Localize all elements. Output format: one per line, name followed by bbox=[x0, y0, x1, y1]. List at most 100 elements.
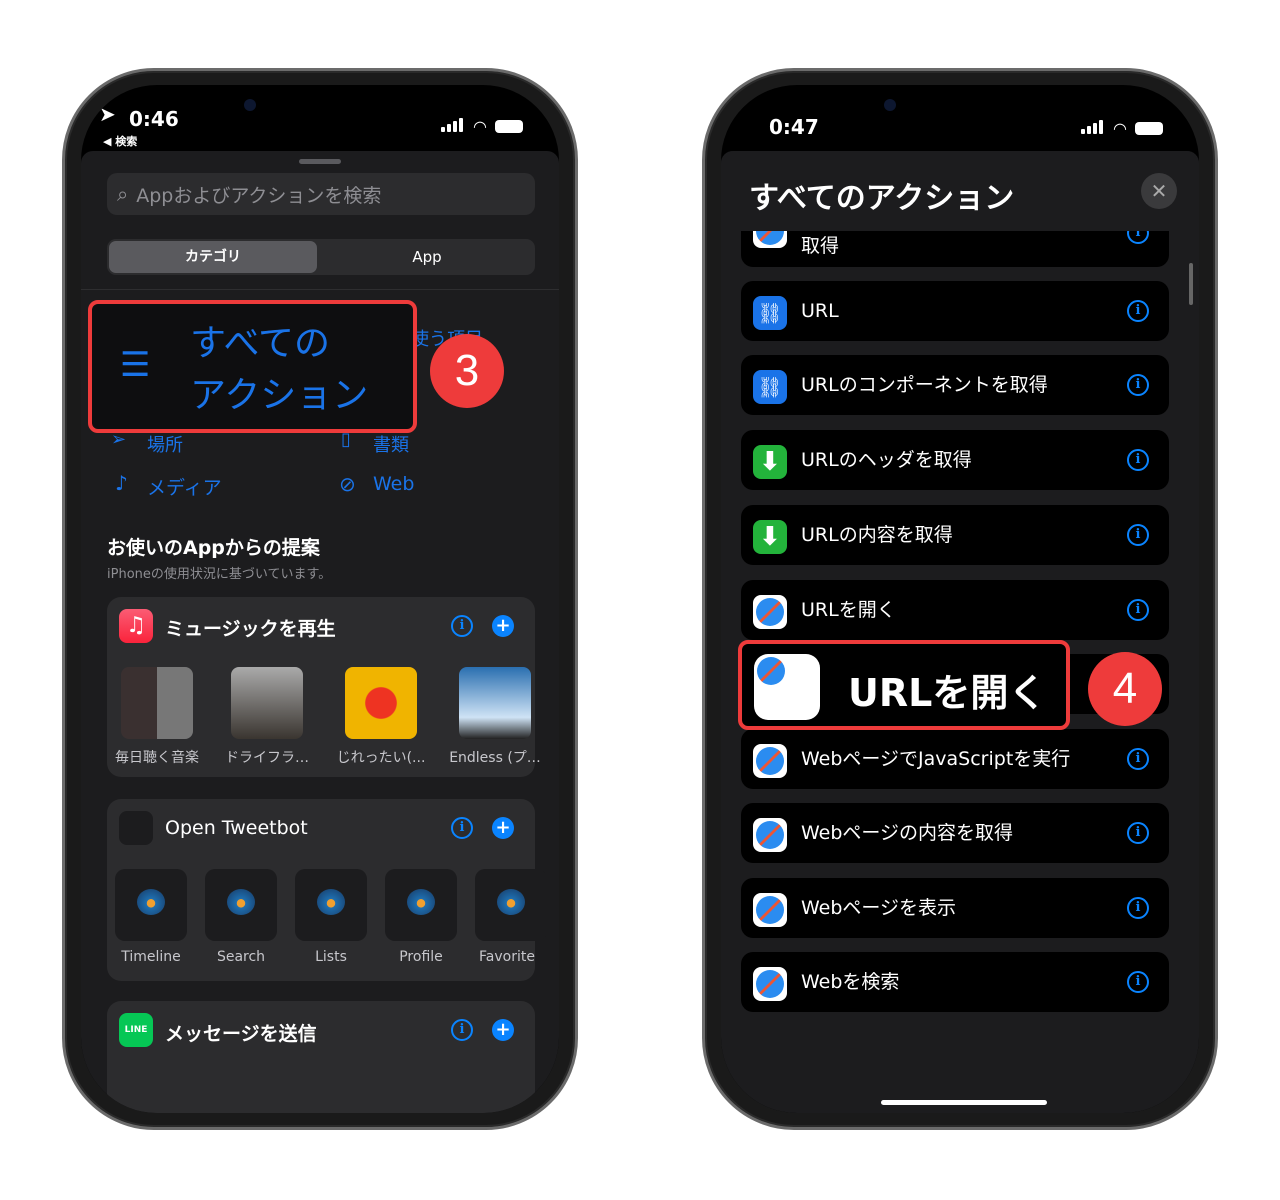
info-button[interactable]: i bbox=[1127, 897, 1149, 919]
action-row[interactable]: ⬇ URLの内容を取得 i bbox=[741, 505, 1169, 565]
safari-icon bbox=[753, 744, 787, 778]
sheet-grabber[interactable] bbox=[299, 159, 341, 164]
music-app-icon: ♫ bbox=[119, 609, 153, 643]
shortcut-label: Lists bbox=[315, 949, 347, 965]
category-documents[interactable]: 書類 bbox=[373, 431, 409, 457]
link-icon: ⛓ bbox=[753, 370, 787, 404]
shortcut-label: Search bbox=[216, 949, 266, 965]
info-button[interactable]: i bbox=[1127, 374, 1149, 396]
info-button[interactable]: i bbox=[1127, 449, 1149, 471]
music-note-icon: ♪ bbox=[115, 471, 128, 495]
album-art[interactable] bbox=[345, 667, 417, 739]
music-card[interactable]: ♫ ミュージックを再生 i + 毎日聴く音楽 ドライフラ… じれったい(... … bbox=[107, 597, 541, 777]
right-phone: 0:47 ◠ すべてのアクション ✕ Safari Webページの詳細を取得iS… bbox=[702, 68, 1218, 1130]
add-button[interactable]: + bbox=[492, 817, 514, 839]
line-action-title: メッセージを送信 bbox=[165, 1023, 317, 1045]
back-to-search[interactable]: ◀ 検索 bbox=[103, 133, 137, 149]
album-art[interactable] bbox=[459, 667, 531, 739]
add-button[interactable]: + bbox=[492, 1019, 514, 1041]
tweetbot-action-title: Open Tweetbot bbox=[165, 817, 308, 839]
status-icons: ◠ bbox=[1081, 119, 1163, 138]
action-row[interactable]: URLを開く i bbox=[741, 580, 1169, 640]
action-row[interactable]: ⬇ URLのヘッダを取得 i bbox=[741, 430, 1169, 490]
tab-app[interactable]: App bbox=[321, 241, 533, 273]
suggestions-title: お使いのAppからの提案 bbox=[107, 537, 320, 559]
action-label: Webページを表示 bbox=[801, 897, 957, 919]
notch bbox=[862, 85, 1058, 135]
category-media[interactable]: メディア bbox=[147, 473, 222, 500]
action-label: URLの内容を取得 bbox=[801, 524, 953, 546]
tweetbot-card[interactable]: Open Tweetbot i + Timeline Search Lists … bbox=[107, 799, 547, 981]
category-location[interactable]: 場所 bbox=[147, 431, 183, 457]
tweetbot-shortcut-icon[interactable] bbox=[385, 869, 457, 941]
shortcut-label: Timeline bbox=[121, 949, 181, 965]
category-web[interactable]: Web bbox=[373, 473, 414, 495]
notch bbox=[222, 85, 418, 135]
action-row[interactable]: Webページの内容を取得 i bbox=[741, 803, 1169, 863]
action-label: URLを開く bbox=[801, 599, 896, 621]
info-button[interactable]: i bbox=[451, 817, 473, 839]
tweetbot-shortcut-icon[interactable] bbox=[115, 869, 187, 941]
action-label: URL bbox=[801, 300, 839, 322]
download-icon: ⬇ bbox=[753, 520, 787, 554]
close-button[interactable]: ✕ bbox=[1141, 173, 1177, 209]
info-button[interactable]: i bbox=[1127, 748, 1149, 770]
action-row[interactable]: ⛓ URL i bbox=[741, 281, 1169, 341]
album-title: ドライフラ… bbox=[225, 750, 309, 766]
album-title: じれったい(... bbox=[336, 750, 426, 766]
album-art[interactable] bbox=[121, 667, 193, 739]
album-art[interactable] bbox=[231, 667, 303, 739]
right-screen: 0:47 ◠ すべてのアクション ✕ Safari Webページの詳細を取得iS… bbox=[721, 85, 1199, 1113]
search-input[interactable]: ⌕ Appおよびアクションを検索 bbox=[107, 173, 535, 215]
all-actions-label: すべての アクション bbox=[190, 323, 369, 416]
all-actions-sheet: すべてのアクション ✕ Safari Webページの詳細を取得iSafariの“… bbox=[721, 149, 1199, 1113]
compass-icon: ⊘ bbox=[339, 472, 356, 496]
action-label: URLのコンポーネントを取得 bbox=[801, 374, 1048, 396]
safari-icon bbox=[753, 595, 787, 629]
album-title: Endless (プ… bbox=[449, 750, 541, 766]
scrollbar[interactable] bbox=[1189, 263, 1193, 305]
step-badge: 4 bbox=[1088, 652, 1162, 726]
info-button[interactable]: i bbox=[451, 1019, 473, 1041]
search-placeholder: Appおよびアクションを検索 bbox=[136, 184, 382, 207]
wifi-icon: ◠ bbox=[1113, 119, 1127, 138]
safari-icon bbox=[753, 967, 787, 1001]
tab-category[interactable]: カテゴリ bbox=[109, 241, 317, 273]
open-url-label: URLを開く bbox=[848, 671, 1047, 715]
action-row[interactable]: ⛓ URLのコンポーネントを取得 i bbox=[741, 355, 1169, 415]
line-card[interactable]: LINE メッセージを送信 i + bbox=[107, 1001, 535, 1113]
shortcut-label: Profile bbox=[399, 949, 443, 965]
link-icon: ⛓ bbox=[753, 296, 787, 330]
safari-icon bbox=[753, 893, 787, 927]
tweetbot-shortcut-icon[interactable] bbox=[475, 869, 547, 941]
step-badge: 3 bbox=[430, 334, 504, 408]
tweetbot-app-icon bbox=[119, 811, 153, 845]
tweetbot-shortcut-icon[interactable] bbox=[295, 869, 367, 941]
info-button[interactable]: i bbox=[451, 615, 473, 637]
status-time: 0:47 bbox=[769, 115, 819, 139]
info-button[interactable]: i bbox=[1127, 524, 1149, 546]
shortcut-label: Favorite bbox=[479, 949, 535, 965]
album-title: 毎日聴く音楽 bbox=[115, 750, 199, 766]
action-row[interactable]: WebページでJavaScriptを実行 i bbox=[741, 729, 1169, 789]
action-row[interactable]: Webを検索 i bbox=[741, 952, 1169, 1012]
action-row[interactable]: Webページを表示 i bbox=[741, 878, 1169, 938]
battery-icon bbox=[495, 120, 523, 133]
add-button[interactable]: + bbox=[492, 615, 514, 637]
signal-icon bbox=[441, 117, 465, 136]
highlight-open-url[interactable]: URLを開く bbox=[738, 640, 1070, 730]
status-icons: ◠ bbox=[441, 117, 523, 136]
download-icon: ⬇ bbox=[753, 445, 787, 479]
status-time: 0:46 bbox=[129, 107, 179, 131]
home-indicator bbox=[881, 1100, 1047, 1105]
highlight-all-actions[interactable]: ☰ すべての アクション bbox=[88, 300, 417, 433]
tweetbot-shortcut-icon[interactable] bbox=[205, 869, 277, 941]
action-label: WebページでJavaScriptを実行 bbox=[801, 748, 1071, 770]
safari-icon bbox=[754, 654, 820, 720]
signal-icon bbox=[1081, 119, 1105, 138]
info-button[interactable]: i bbox=[1127, 300, 1149, 322]
info-button[interactable]: i bbox=[1127, 822, 1149, 844]
info-button[interactable]: i bbox=[1127, 599, 1149, 621]
line-app-icon: LINE bbox=[119, 1013, 153, 1047]
info-button[interactable]: i bbox=[1127, 971, 1149, 993]
